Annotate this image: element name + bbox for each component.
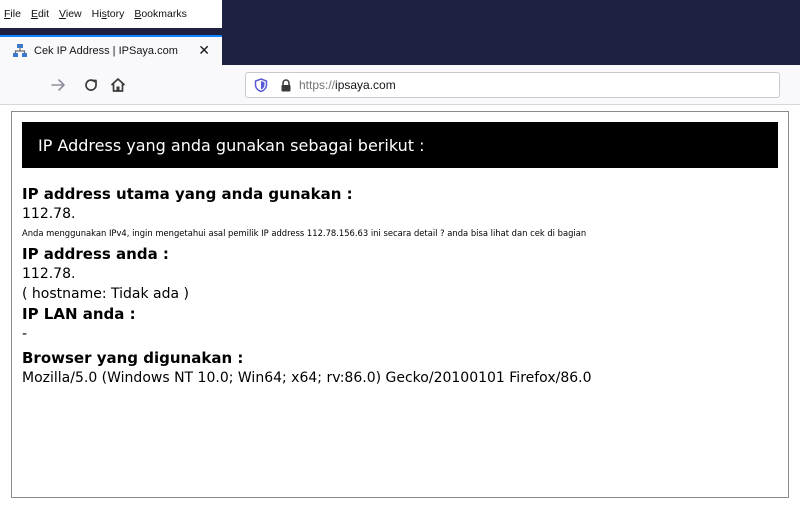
ipv4-note: Anda menggunakan IPv4, ingin mengetahui …: [22, 228, 587, 238]
user-agent-value: Mozilla/5.0 (Windows NT 10.0; Win64; x64…: [22, 370, 592, 386]
lan-label: IP LAN anda :: [22, 305, 136, 323]
lan-value: -: [22, 326, 28, 342]
menu-bar: File Edit View History Bookmarks: [0, 0, 222, 28]
page-header-bar: IP Address yang anda gunakan sebagai ber…: [22, 122, 778, 168]
home-icon[interactable]: [107, 74, 129, 96]
url-text: https://ipsaya.com: [299, 78, 396, 92]
browser-label: Browser yang digunakan :: [22, 349, 244, 367]
network-favicon-icon: [13, 44, 27, 57]
menu-edit[interactable]: Edit: [31, 8, 49, 20]
page-content-frame: IP Address yang anda gunakan sebagai ber…: [11, 111, 789, 498]
navigation-toolbar: https://ipsaya.com: [0, 65, 800, 105]
tab-title: Cek IP Address | IPSaya.com: [34, 45, 178, 57]
address-bar[interactable]: https://ipsaya.com: [245, 72, 780, 98]
menu-history[interactable]: History: [92, 8, 125, 20]
reload-icon[interactable]: [80, 74, 102, 96]
page-header-text: IP Address yang anda gunakan sebagai ber…: [38, 135, 425, 155]
main-ip-value: 112.78.: [22, 206, 76, 222]
ip-label: IP address anda :: [22, 245, 169, 263]
menu-view[interactable]: View: [59, 8, 82, 20]
hostname-value: ( hostname: Tidak ada ): [22, 286, 189, 302]
ip-info-section: IP address utama yang anda gunakan : 112…: [22, 184, 782, 388]
tab-ipsaya[interactable]: Cek IP Address | IPSaya.com ✕: [0, 35, 222, 65]
menu-file[interactable]: File: [4, 8, 21, 20]
menu-bookmarks[interactable]: Bookmarks: [134, 8, 187, 20]
tab-close-icon[interactable]: ✕: [198, 43, 210, 59]
lock-icon[interactable]: [280, 78, 292, 92]
ip-value: 112.78.: [22, 266, 76, 282]
back-arrow-icon[interactable]: [47, 74, 69, 96]
tracking-shield-icon[interactable]: [254, 78, 268, 92]
main-ip-label: IP address utama yang anda gunakan :: [22, 185, 353, 203]
